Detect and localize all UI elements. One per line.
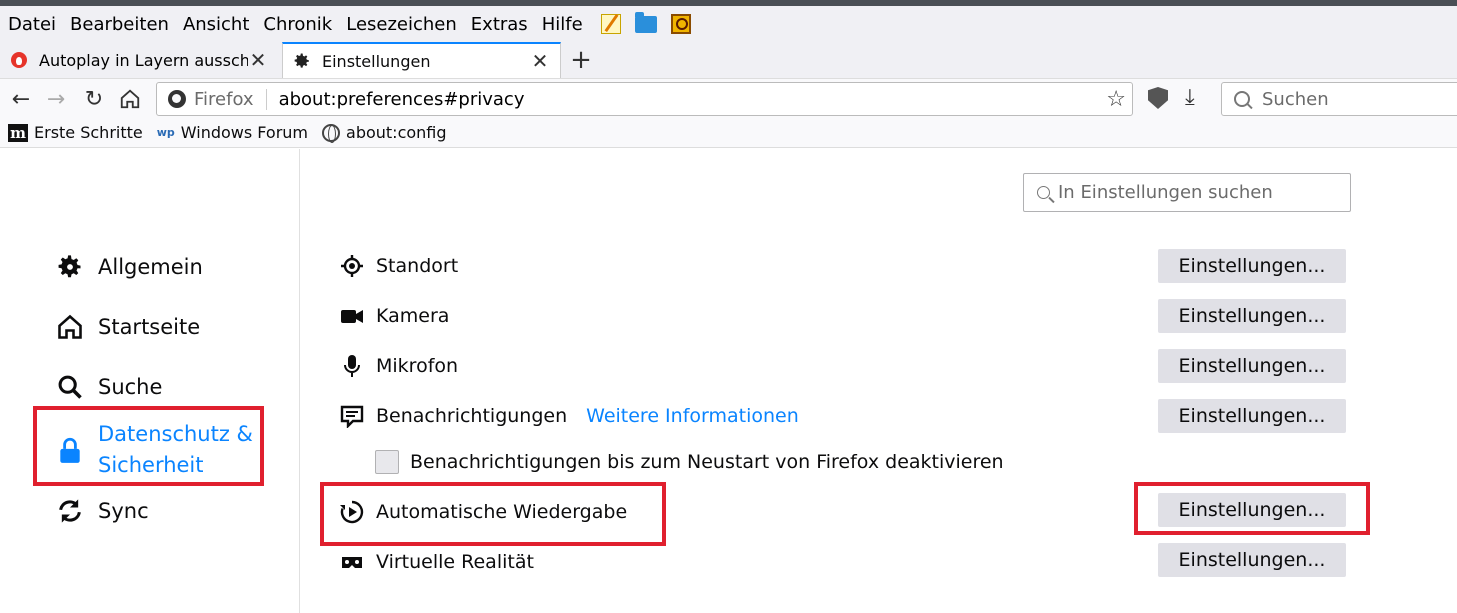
notification-icon bbox=[340, 404, 364, 428]
permission-standort: Standort bbox=[340, 254, 458, 278]
tab-title: Autoplay in Layern ausscha bbox=[39, 50, 248, 70]
sidebar-item-label: Suche bbox=[98, 375, 163, 399]
autoplay-settings-button[interactable]: Einstellungen... bbox=[1158, 493, 1346, 527]
bookmark-about-config[interactable]: about:config bbox=[322, 123, 447, 143]
folder-icon[interactable] bbox=[634, 11, 657, 33]
notification-pause-option: Benachrichtigungen bis zum Neustart von … bbox=[375, 450, 1004, 474]
permission-vr: Virtuelle Realität bbox=[340, 550, 534, 574]
camera-icon bbox=[340, 304, 364, 328]
bookmark-label: Windows Forum bbox=[180, 123, 309, 142]
search-placeholder: Suchen bbox=[1262, 88, 1329, 110]
close-icon[interactable]: ✕ bbox=[248, 48, 268, 72]
sidebar-item-sync[interactable]: Sync bbox=[56, 497, 149, 525]
sidebar-item-startseite[interactable]: Startseite bbox=[56, 313, 200, 341]
menu-hilfe[interactable]: Hilfe bbox=[542, 14, 583, 35]
sync-icon bbox=[56, 497, 84, 525]
bookmark-label: about:config bbox=[346, 123, 447, 142]
notepad-icon[interactable] bbox=[600, 14, 621, 34]
sidebar-item-suche[interactable]: Suche bbox=[56, 373, 162, 401]
ublock-shield-icon[interactable] bbox=[1148, 87, 1168, 109]
search-placeholder: In Einstellungen suchen bbox=[1058, 182, 1273, 203]
sidebar-item-label: Sync bbox=[98, 499, 149, 523]
permission-label: Benachrichtigungen bbox=[376, 405, 568, 427]
forward-arrow-icon[interactable]: → bbox=[43, 86, 69, 112]
url-text[interactable]: about:preferences#privacy bbox=[279, 89, 1107, 110]
search-tool-icon[interactable] bbox=[670, 14, 691, 34]
standort-settings-button[interactable]: Einstellungen... bbox=[1158, 249, 1346, 283]
mikrofon-settings-button[interactable]: Einstellungen... bbox=[1158, 349, 1346, 383]
menu-datei[interactable]: Datei bbox=[8, 14, 56, 35]
highlight-box-sidebar bbox=[33, 406, 264, 486]
permission-kamera: Kamera bbox=[340, 304, 449, 328]
sidebar-item-label: Allgemein bbox=[98, 255, 203, 279]
url-brand: Firefox bbox=[194, 88, 267, 110]
navigation-bar: ← → ↻ Firefox about:preferences#privacy … bbox=[0, 78, 1457, 118]
permission-label: Virtuelle Realität bbox=[376, 551, 534, 573]
autoplay-icon bbox=[340, 500, 364, 524]
reload-icon[interactable]: ↻ bbox=[81, 86, 107, 112]
menu-ansicht[interactable]: Ansicht bbox=[183, 14, 249, 35]
location-icon bbox=[340, 254, 364, 278]
kamera-settings-button[interactable]: Einstellungen... bbox=[1158, 299, 1346, 333]
download-icon[interactable]: ⤓ bbox=[1185, 85, 1195, 110]
menu-bearbeiten[interactable]: Bearbeiten bbox=[70, 14, 169, 35]
home-icon[interactable] bbox=[117, 86, 143, 112]
permission-label: Automatische Wiedergabe bbox=[376, 501, 628, 523]
new-tab-button[interactable]: + bbox=[566, 42, 596, 78]
benachrichtigungen-settings-button[interactable]: Einstellungen... bbox=[1158, 399, 1346, 433]
permission-benachrichtigungen: Benachrichtigungen Weitere Informationen bbox=[340, 404, 799, 428]
flame-icon bbox=[10, 51, 28, 69]
bookmarks-toolbar: m Erste Schritte wp Windows Forum about:… bbox=[0, 118, 1457, 148]
permission-label: Standort bbox=[376, 255, 459, 277]
weitere-informationen-link[interactable]: Weitere Informationen bbox=[586, 405, 799, 427]
permission-label: Mikrofon bbox=[376, 355, 459, 377]
home-icon bbox=[56, 313, 84, 341]
bookmark-star-icon[interactable]: ☆ bbox=[1106, 87, 1126, 112]
vr-icon bbox=[340, 550, 364, 574]
bookmark-label: Erste Schritte bbox=[34, 123, 143, 142]
search-icon bbox=[1037, 186, 1050, 199]
menu-bar: Datei Bearbeiten Ansicht Chronik Lesezei… bbox=[0, 6, 1457, 42]
gear-icon bbox=[293, 52, 311, 70]
wp-icon: wp bbox=[156, 126, 175, 139]
search-icon bbox=[1234, 91, 1250, 107]
tab-autoplay[interactable]: Autoplay in Layern ausscha ✕ bbox=[0, 42, 278, 78]
m-icon: m bbox=[8, 123, 28, 142]
permission-mikrofon: Mikrofon bbox=[340, 354, 458, 378]
menu-lesezeichen[interactable]: Lesezeichen bbox=[346, 14, 457, 35]
search-icon bbox=[56, 373, 84, 401]
preferences-search-input[interactable]: In Einstellungen suchen bbox=[1023, 173, 1351, 212]
menu-extras[interactable]: Extras bbox=[471, 14, 528, 35]
checkbox-label[interactable]: Benachrichtigungen bis zum Neustart von … bbox=[410, 451, 1004, 473]
firefox-logo-icon bbox=[168, 90, 186, 108]
microphone-icon bbox=[340, 354, 364, 378]
permission-label: Kamera bbox=[376, 305, 450, 327]
close-icon[interactable]: ✕ bbox=[530, 49, 550, 73]
sidebar-item-label: Startseite bbox=[98, 315, 201, 339]
bookmark-windows-forum[interactable]: wp Windows Forum bbox=[157, 123, 308, 142]
tab-bar: Autoplay in Layern ausscha ✕ Einstellung… bbox=[0, 42, 1457, 78]
notification-pause-checkbox[interactable] bbox=[375, 450, 399, 474]
bookmark-erste-schritte[interactable]: m Erste Schritte bbox=[8, 123, 143, 142]
sidebar-item-allgemein[interactable]: Allgemein bbox=[56, 253, 203, 281]
tab-einstellungen[interactable]: Einstellungen ✕ bbox=[282, 42, 561, 78]
back-arrow-icon[interactable]: ← bbox=[8, 86, 34, 112]
globe-icon bbox=[322, 123, 341, 143]
permission-autoplay: Automatische Wiedergabe bbox=[340, 500, 627, 524]
web-search-input[interactable]: Suchen bbox=[1221, 82, 1457, 116]
menu-chronik[interactable]: Chronik bbox=[263, 14, 332, 35]
url-bar[interactable]: Firefox about:preferences#privacy ☆ bbox=[156, 82, 1133, 116]
vr-settings-button[interactable]: Einstellungen... bbox=[1158, 543, 1346, 577]
tab-title: Einstellungen bbox=[322, 51, 431, 71]
gear-icon bbox=[56, 253, 84, 281]
